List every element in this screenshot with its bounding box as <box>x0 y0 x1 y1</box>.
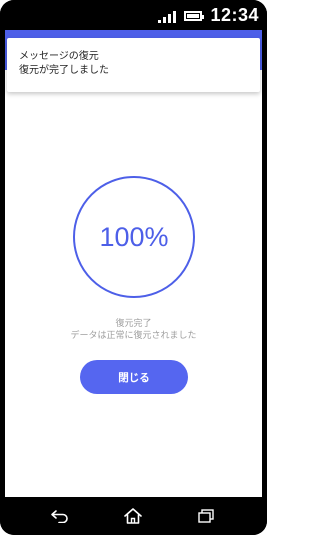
app-screen: メッセージの復元 復元が完了しました 100% 復元完了 データは正常に復元され… <box>5 30 262 497</box>
phone-frame: 12:34 メッセージの復元 復元が完了しました 100% 復元完了 データは正… <box>0 0 267 535</box>
status-detail: データは正常に復元されました <box>70 331 197 341</box>
status-message: 復元完了 データは正常に復元されました <box>5 318 262 342</box>
back-icon[interactable] <box>48 505 72 527</box>
status-title: 復元完了 <box>115 319 152 329</box>
notification-body: 復元が完了しました <box>19 65 109 76</box>
status-bar: 12:34 <box>0 0 267 30</box>
status-clock: 12:34 <box>210 5 259 25</box>
recents-icon[interactable] <box>194 505 218 527</box>
signal-icon <box>158 9 177 23</box>
close-button[interactable]: 閉じる <box>80 360 188 394</box>
progress-percentage: 100% <box>99 221 169 252</box>
notification-title: メッセージの復元 <box>19 51 99 62</box>
notification-banner[interactable]: メッセージの復元 復元が完了しました <box>7 38 260 92</box>
home-icon[interactable] <box>121 505 145 527</box>
status-icons: 12:34 <box>158 5 259 26</box>
progress-ring: 100% <box>73 176 195 298</box>
navigation-bar <box>0 497 267 535</box>
battery-icon <box>184 10 205 21</box>
